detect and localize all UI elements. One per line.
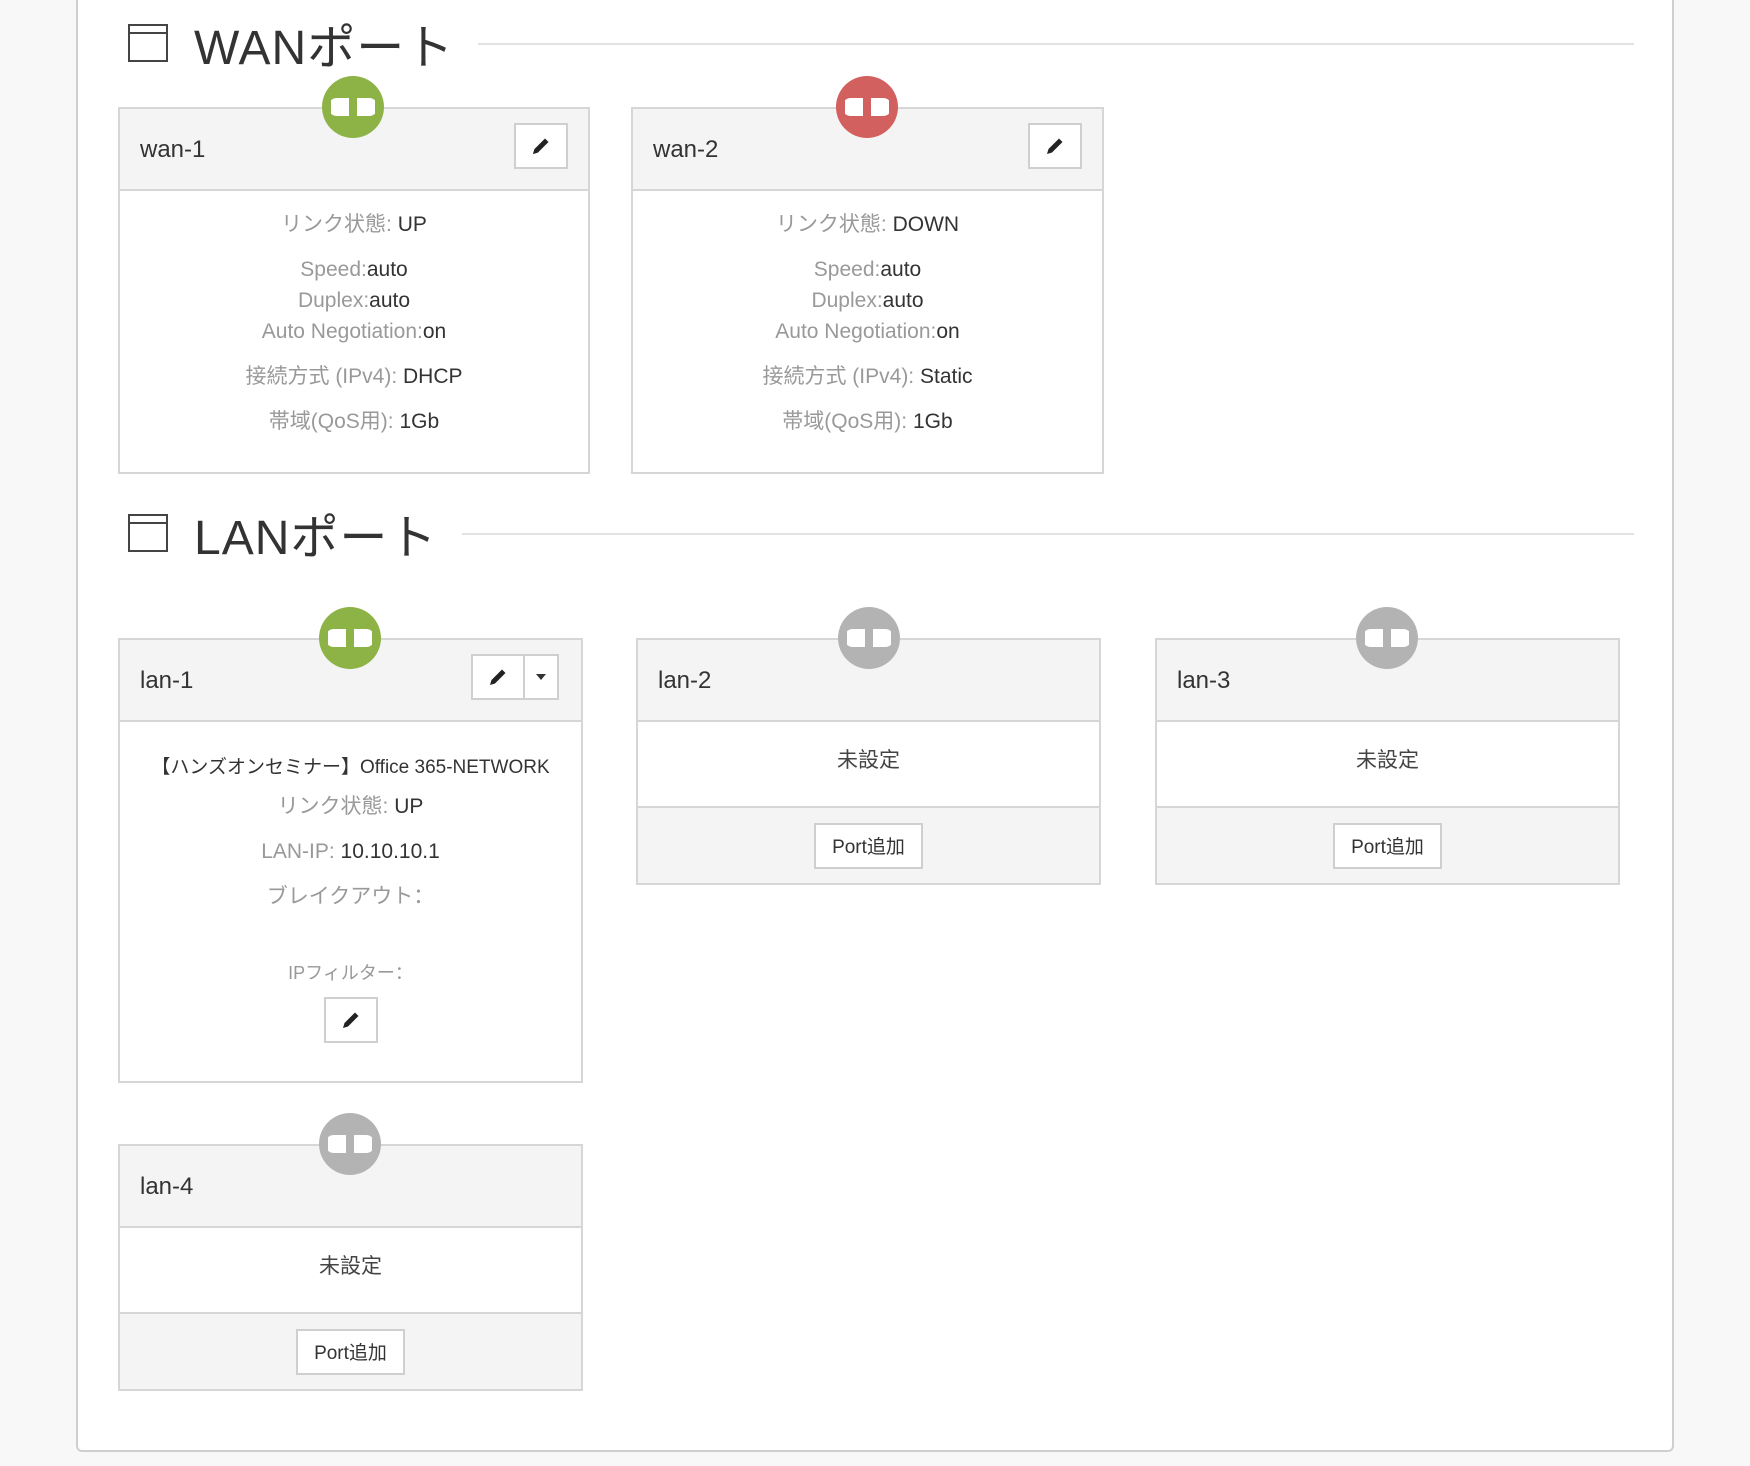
- bandwidth-value: 1Gb: [912, 410, 953, 433]
- card-footer: Port追加: [638, 808, 1099, 883]
- unset-status: 未設定: [1157, 722, 1618, 808]
- card-footer: Port追加: [1157, 808, 1618, 883]
- add-port-button[interactable]: Port追加: [296, 1328, 405, 1375]
- ip-filter-edit-button[interactable]: [323, 997, 378, 1043]
- connection-label: 接続方式 (IPv4):: [762, 365, 920, 388]
- pencil-icon: [1047, 138, 1063, 154]
- wan-1-card: wan-1 リンク状態: UP Speed:auto Duplex:auto A…: [118, 107, 590, 474]
- breakout-label: ブレイクアウト：: [266, 885, 435, 908]
- link-status-label: リンク状態:: [281, 213, 398, 236]
- wan-section-title: WANポート: [194, 22, 455, 75]
- edit-button[interactable]: [514, 123, 568, 169]
- bandwidth-label: 帯域(QoS用):: [268, 410, 400, 433]
- port-name: wan-1: [140, 136, 206, 163]
- plug-icon: [319, 607, 381, 669]
- port-name: lan-3: [1177, 667, 1231, 694]
- window-icon: [128, 24, 168, 62]
- connection-label: 接続方式 (IPv4):: [245, 365, 403, 388]
- network-name: 【ハンズオンセミナー】Office 365-NETWORK: [151, 757, 550, 778]
- lan-2-card: lan-2 未設定 Port追加: [636, 638, 1101, 885]
- lan-ip-label: LAN-IP:: [261, 840, 341, 863]
- speed-value: auto: [366, 258, 408, 281]
- pencil-icon: [342, 1012, 358, 1028]
- link-status-value: DOWN: [892, 213, 960, 236]
- autoneg-value: on: [936, 320, 960, 343]
- autoneg-value: on: [422, 320, 447, 343]
- port-name: lan-4: [140, 1173, 194, 1200]
- plug-icon: [319, 1113, 381, 1175]
- caret-down-icon: [536, 674, 546, 680]
- bandwidth-label: 帯域(QoS用):: [782, 410, 913, 433]
- speed-label: Speed:: [813, 258, 881, 281]
- unset-status: 未設定: [638, 722, 1099, 808]
- edit-button[interactable]: [471, 654, 525, 700]
- unset-status: 未設定: [120, 1228, 581, 1314]
- duplex-value: auto: [369, 289, 411, 312]
- plug-icon: [836, 76, 898, 138]
- duplex-value: auto: [882, 289, 924, 312]
- wan-2-card: wan-2 リンク状態: DOWN Speed:auto Duplex:auto…: [631, 107, 1104, 474]
- plug-icon: [322, 76, 384, 138]
- wan-1-details: リンク状態: UP Speed:auto Duplex:auto Auto Ne…: [120, 191, 588, 437]
- add-port-button[interactable]: Port追加: [814, 822, 923, 869]
- edit-button[interactable]: [1028, 123, 1082, 169]
- connection-value: Static: [919, 365, 973, 388]
- speed-value: auto: [880, 258, 922, 281]
- autoneg-label: Auto Negotiation:: [261, 320, 423, 343]
- autoneg-label: Auto Negotiation:: [775, 320, 937, 343]
- port-name: lan-2: [658, 667, 712, 694]
- lan-1-details: 【ハンズオンセミナー】Office 365-NETWORK リンク状態: UP …: [120, 722, 581, 1043]
- link-status-label: リンク状態:: [277, 795, 395, 818]
- lan-3-card: lan-3 未設定 Port追加: [1155, 638, 1620, 885]
- lan-section-header: LANポート: [128, 498, 1634, 568]
- wan-2-details: リンク状態: DOWN Speed:auto Duplex:auto Auto …: [633, 191, 1102, 437]
- pencil-icon: [490, 669, 506, 685]
- dropdown-toggle-button[interactable]: [523, 654, 559, 700]
- section-divider: [462, 533, 1634, 535]
- link-status-value: UP: [394, 795, 424, 818]
- lan-4-card: lan-4 未設定 Port追加: [118, 1144, 583, 1391]
- lan-1-card: lan-1 【ハンズオンセミナー】Office 365-NETWORK リンク状…: [118, 638, 583, 1083]
- lan-ip-value: 10.10.10.1: [340, 840, 440, 863]
- duplex-label: Duplex:: [297, 289, 370, 312]
- duplex-label: Duplex:: [811, 289, 883, 312]
- plug-icon: [1356, 607, 1418, 669]
- lan-section-title: LANポート: [194, 512, 438, 565]
- link-status-value: UP: [397, 213, 427, 236]
- ip-filter-label: IPフィルター：: [288, 963, 413, 983]
- port-name: lan-1: [140, 667, 194, 694]
- wan-section-header: WANポート: [128, 8, 1634, 78]
- card-footer: Port追加: [120, 1314, 581, 1389]
- link-status-label: リンク状態:: [775, 213, 893, 236]
- speed-label: Speed:: [300, 258, 367, 281]
- port-name: wan-2: [653, 136, 719, 163]
- bandwidth-value: 1Gb: [399, 410, 440, 433]
- plug-icon: [838, 607, 900, 669]
- connection-value: DHCP: [403, 365, 463, 388]
- section-divider: [478, 43, 1634, 45]
- pencil-icon: [533, 138, 549, 154]
- window-icon: [128, 514, 168, 552]
- add-port-button[interactable]: Port追加: [1333, 822, 1442, 869]
